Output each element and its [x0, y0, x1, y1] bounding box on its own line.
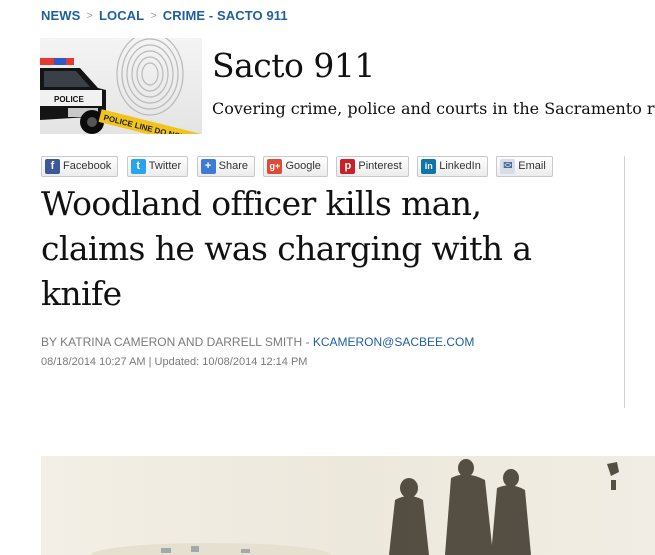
article-headline: Woodland officer kills man, claims he wa…	[41, 184, 532, 313]
share-button-label: Share	[218, 160, 248, 172]
police-car-image: POLICE POLICE LINE DO NOT	[40, 38, 202, 134]
breadcrumb: NEWS > LOCAL > CRIME - SACTO 911	[41, 7, 288, 23]
breadcrumb-separator: >	[150, 9, 157, 22]
share-more-button[interactable]: + Share	[196, 156, 255, 177]
email-icon: ✉	[500, 159, 516, 174]
breadcrumb-separator: >	[86, 9, 93, 22]
section-title[interactable]: Sacto 911	[212, 46, 375, 85]
google-plus-icon: g+	[267, 159, 283, 174]
share-toolbar: f Facebook t Twitter + Share g+ Google p Pint…	[41, 156, 557, 177]
share-button-label: Facebook	[63, 160, 112, 172]
share-button-label: Google	[285, 160, 321, 172]
section-banner-image[interactable]: POLICE POLICE LINE DO NOT	[40, 38, 202, 134]
share-linkedin-button[interactable]: in LinkedIn	[417, 156, 488, 177]
share-google-button[interactable]: g+ Google	[263, 156, 328, 177]
share-email-button[interactable]: ✉ Email	[496, 156, 553, 177]
article-dateline: 08/18/2014 10:27 AM | Updated: 10/08/201…	[41, 356, 308, 368]
share-button-label: Twitter	[148, 160, 182, 172]
share-facebook-button[interactable]: f Facebook	[41, 156, 119, 177]
article-byline: BY KATRINA CAMERON AND DARRELL SMITH - K…	[41, 335, 474, 349]
pinterest-icon: p	[340, 159, 356, 174]
breadcrumb-local[interactable]: LOCAL	[99, 8, 144, 23]
share-button-label: Pinterest	[358, 160, 402, 172]
facebook-icon: f	[45, 159, 60, 174]
section-subtitle: Covering crime, police and courts in the…	[212, 99, 655, 118]
breadcrumb-crime-sacto-911[interactable]: CRIME - SACTO 911	[163, 8, 288, 23]
banner-car-text: POLICE	[54, 95, 84, 104]
lead-photo-image	[41, 456, 655, 555]
breadcrumb-news[interactable]: NEWS	[41, 8, 80, 23]
share-twitter-button[interactable]: t Twitter	[126, 156, 189, 177]
byline-email-link[interactable]: KCAMERON@SACBEE.COM	[313, 335, 475, 349]
share-pinterest-button[interactable]: p Pinterest	[336, 156, 409, 177]
article-lead-photo[interactable]	[41, 456, 655, 555]
share-plus-icon: +	[200, 159, 216, 174]
byline-authors: BY KATRINA CAMERON AND DARRELL SMITH -	[41, 335, 313, 349]
sidebar-divider	[624, 156, 625, 408]
share-button-label: LinkedIn	[439, 160, 481, 172]
linkedin-icon: in	[421, 159, 437, 174]
share-button-label: Email	[518, 160, 546, 172]
twitter-icon: t	[130, 159, 146, 174]
